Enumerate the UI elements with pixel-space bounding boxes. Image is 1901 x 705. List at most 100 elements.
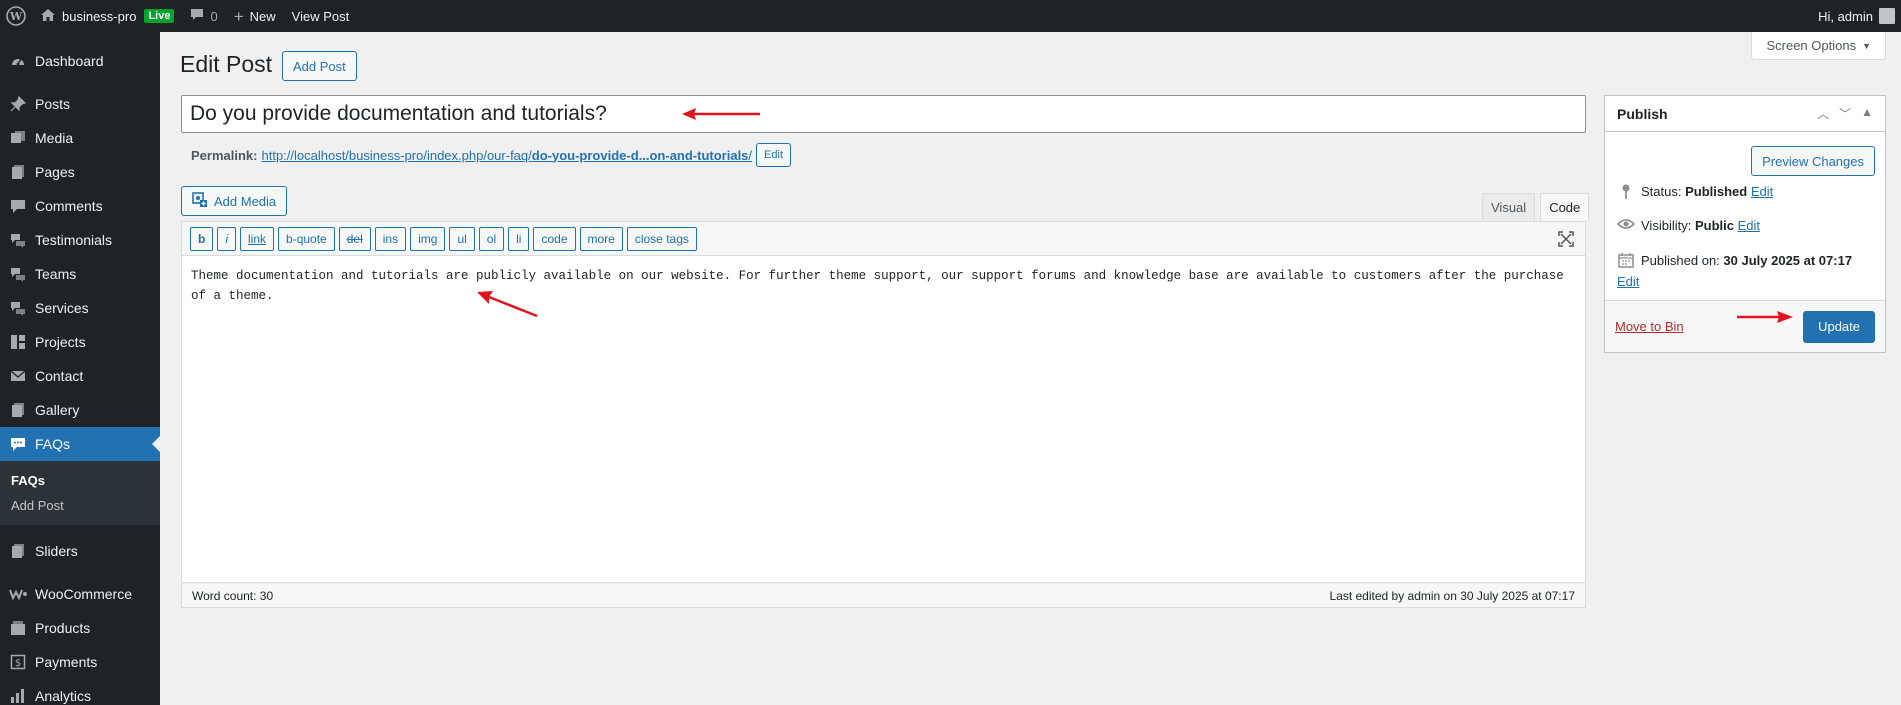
page-title: Edit Post bbox=[180, 51, 273, 77]
status-row: Status: Published Edit bbox=[1617, 184, 1773, 200]
sidebar-item-gallery[interactable]: Gallery bbox=[0, 393, 160, 427]
qt-more-button[interactable]: more bbox=[579, 226, 623, 251]
pages-icon bbox=[8, 162, 28, 182]
move-to-bin-link[interactable]: Move to Bin bbox=[1615, 319, 1684, 334]
qt-code-button[interactable]: code bbox=[533, 226, 576, 251]
main-content: Screen Options ▼ Edit Post Add Post Do y… bbox=[160, 32, 1901, 705]
editor-status-bar: Word count: 30 Last edited by admin on 3… bbox=[181, 584, 1586, 608]
add-media-button[interactable]: Add Media bbox=[181, 186, 288, 216]
status-edit-link[interactable]: Edit bbox=[1751, 184, 1773, 199]
quicktags-toolbar: b i link b-quote del ins img ul ol li co… bbox=[182, 222, 1585, 256]
sliders-icon bbox=[8, 541, 28, 561]
update-button[interactable]: Update bbox=[1803, 310, 1875, 343]
sidebar-item-dashboard[interactable]: Dashboard bbox=[0, 44, 160, 78]
qt-bold-button[interactable]: b bbox=[190, 226, 214, 251]
comment-icon bbox=[190, 8, 204, 24]
pin-icon bbox=[1617, 184, 1635, 200]
sidebar-item-teams[interactable]: Teams bbox=[0, 257, 160, 291]
add-media-icon bbox=[192, 191, 208, 211]
qt-del-button[interactable]: del bbox=[338, 226, 371, 251]
sidebar-item-woocommerce[interactable]: WooCommerce bbox=[0, 577, 160, 611]
status-value: Published bbox=[1685, 184, 1748, 199]
admin-bar: W business-pro Live 0 + New View Post Hi… bbox=[0, 0, 1901, 32]
sidebar-item-analytics[interactable]: Analytics bbox=[0, 679, 160, 705]
add-post-button[interactable]: Add Post bbox=[282, 51, 357, 81]
live-badge: Live bbox=[144, 9, 175, 23]
annotation-arrow-title bbox=[682, 108, 760, 120]
word-count: Word count: 30 bbox=[192, 588, 274, 603]
tab-code[interactable]: Code bbox=[1540, 193, 1590, 221]
qt-img-button[interactable]: img bbox=[410, 226, 446, 251]
faqs-icon bbox=[8, 434, 28, 454]
view-post-label: View Post bbox=[291, 8, 350, 24]
publish-actions: Move to Bin Update bbox=[1605, 300, 1885, 352]
avatar bbox=[1879, 8, 1895, 24]
post-title-value: Do you provide documentation and tutoria… bbox=[190, 102, 607, 125]
media-icon bbox=[8, 128, 28, 148]
site-name-link[interactable]: business-pro Live bbox=[32, 0, 182, 32]
admin-sidebar: Dashboard Posts Media Pages Comments Tes… bbox=[0, 32, 160, 705]
sidebar-item-posts[interactable]: Posts bbox=[0, 87, 160, 121]
qt-ol-button[interactable]: ol bbox=[478, 226, 505, 251]
permalink-link[interactable]: http://localhost/business-pro/index.php/… bbox=[261, 148, 752, 163]
visibility-edit-link[interactable]: Edit bbox=[1738, 218, 1760, 233]
comments-link[interactable]: 0 bbox=[182, 0, 225, 32]
permalink-label: Permalink: bbox=[191, 147, 258, 163]
view-post-link[interactable]: View Post bbox=[284, 0, 358, 32]
comments-icon bbox=[8, 196, 28, 216]
qt-blockquote-button[interactable]: b-quote bbox=[278, 226, 335, 251]
submenu-item-add-post[interactable]: Add Post bbox=[0, 493, 160, 518]
submenu-item-faqs[interactable]: FAQs bbox=[0, 468, 160, 493]
screen-options-button[interactable]: Screen Options ▼ bbox=[1751, 32, 1886, 60]
plus-icon: + bbox=[233, 6, 244, 26]
fullscreen-icon[interactable] bbox=[1557, 230, 1575, 248]
qt-ins-button[interactable]: ins bbox=[374, 226, 407, 251]
sidebar-item-products[interactable]: Products bbox=[0, 611, 160, 645]
qt-close-tags-button[interactable]: close tags bbox=[626, 226, 697, 251]
products-icon bbox=[8, 618, 28, 638]
faqs-submenu: FAQs Add Post bbox=[0, 461, 160, 525]
published-on-row: Published on: 30 July 2025 at 07:17 Edit bbox=[1617, 252, 1853, 290]
qt-link-button[interactable]: link bbox=[240, 226, 275, 251]
sidebar-item-services[interactable]: Services bbox=[0, 291, 160, 325]
qt-italic-button[interactable]: i bbox=[217, 226, 237, 251]
visibility-value: Public bbox=[1694, 218, 1734, 233]
sidebar-item-sliders[interactable]: Sliders bbox=[0, 534, 160, 568]
post-content-textarea[interactable]: Theme documentation and tutorials are pu… bbox=[182, 256, 1585, 316]
calendar-icon bbox=[1617, 252, 1635, 268]
preview-changes-button[interactable]: Preview Changes bbox=[1751, 146, 1875, 176]
qt-li-button[interactable]: li bbox=[508, 226, 530, 251]
sidebar-item-comments[interactable]: Comments bbox=[0, 189, 160, 223]
sidebar-item-faqs[interactable]: FAQs bbox=[0, 427, 160, 461]
post-title-input[interactable]: Do you provide documentation and tutoria… bbox=[181, 95, 1586, 133]
annotation-arrow-update bbox=[1737, 311, 1793, 323]
editor-tabs: Visual Code bbox=[1477, 193, 1590, 221]
move-up-icon[interactable]: ︿ bbox=[1817, 105, 1829, 122]
sidebar-item-pages[interactable]: Pages bbox=[0, 155, 160, 189]
sidebar-item-testimonials[interactable]: Testimonials bbox=[0, 223, 160, 257]
permalink-edit-button[interactable]: Edit bbox=[756, 143, 792, 167]
tab-visual[interactable]: Visual bbox=[1482, 193, 1536, 221]
greeting: Hi, admin bbox=[1818, 8, 1873, 24]
sidebar-item-contact[interactable]: Contact bbox=[0, 359, 160, 393]
pin-icon bbox=[8, 94, 28, 114]
move-down-icon[interactable]: ﹀ bbox=[1839, 105, 1851, 122]
publish-box-header: Publish ︿ ﹀ ▲ bbox=[1605, 96, 1885, 132]
site-name: business-pro bbox=[62, 8, 137, 24]
published-edit-link[interactable]: Edit bbox=[1617, 274, 1639, 289]
wordpress-logo-icon[interactable]: W bbox=[0, 0, 32, 32]
visibility-row: Visibility: Public Edit bbox=[1617, 218, 1760, 233]
payments-icon: $ bbox=[8, 652, 28, 672]
svg-text:W: W bbox=[9, 10, 23, 23]
sidebar-item-payments[interactable]: $ Payments bbox=[0, 645, 160, 679]
account-menu[interactable]: Hi, admin bbox=[1810, 0, 1901, 32]
gallery-icon bbox=[8, 400, 28, 420]
sidebar-item-projects[interactable]: Projects bbox=[0, 325, 160, 359]
publish-title: Publish bbox=[1617, 105, 1668, 122]
qt-ul-button[interactable]: ul bbox=[449, 226, 475, 251]
collapse-icon[interactable]: ▲ bbox=[1861, 105, 1873, 122]
new-content-link[interactable]: + New bbox=[226, 0, 284, 32]
published-value: 30 July 2025 at 07:17 bbox=[1723, 252, 1853, 268]
sidebar-item-media[interactable]: Media bbox=[0, 121, 160, 155]
testimonials-icon bbox=[8, 230, 28, 250]
